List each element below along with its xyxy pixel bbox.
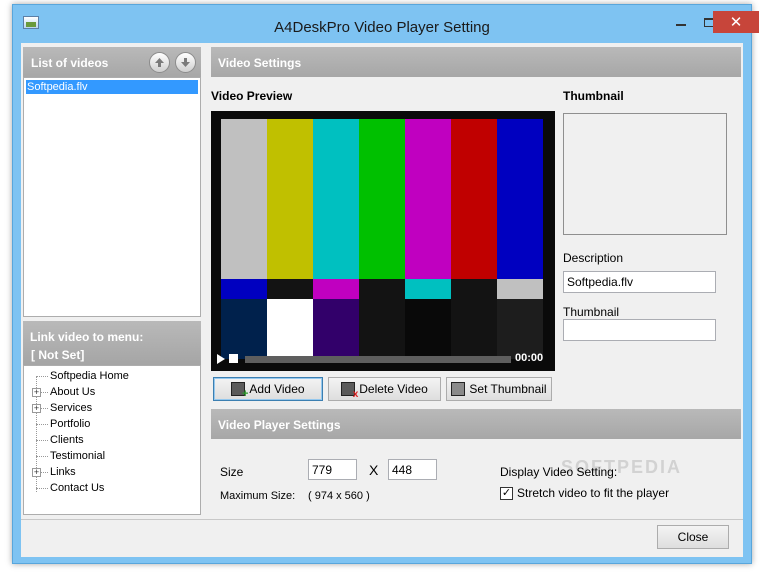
videos-panel-header: List of videos [23, 47, 201, 77]
test-pattern-bar [405, 299, 451, 359]
title-bar[interactable]: A4DeskPro Video Player Setting ✕ [13, 5, 759, 43]
set-thumbnail-button[interactable]: Set Thumbnail [446, 377, 552, 401]
video-settings-title: Video Settings [218, 56, 302, 70]
video-list-item[interactable]: Softpedia.flv [26, 80, 198, 94]
expand-icon[interactable]: + [32, 468, 41, 477]
menu-link-current: [ Not Set] [31, 348, 85, 362]
move-down-button[interactable] [175, 52, 196, 73]
footer-divider [21, 519, 743, 520]
test-pattern-bar [451, 119, 497, 279]
test-pattern-bar [221, 299, 267, 359]
window-title: A4DeskPro Video Player Setting [274, 19, 490, 36]
height-input[interactable] [388, 459, 437, 480]
video-preview-label: Video Preview [211, 89, 293, 103]
description-input[interactable] [563, 271, 716, 293]
player-settings-header: Video Player Settings [211, 409, 741, 439]
test-pattern-bar [359, 299, 405, 359]
test-pattern-bar [405, 119, 451, 279]
tree-item-contact-us[interactable]: Contact Us [24, 480, 200, 496]
add-video-button[interactable]: Add Video [213, 377, 323, 401]
tree-item-testimonial[interactable]: Testimonial [24, 448, 200, 464]
delete-video-button[interactable]: Delete Video [328, 377, 441, 401]
seek-bar[interactable] [245, 356, 511, 363]
stretch-option[interactable]: ✓ Stretch video to fit the player [500, 485, 669, 501]
test-pattern-bar [497, 119, 543, 279]
stretch-checkbox[interactable]: ✓ [500, 486, 513, 500]
expand-icon[interactable]: + [32, 404, 41, 413]
tree-item-services[interactable]: + Services [24, 400, 200, 416]
test-pattern-bar [497, 279, 543, 299]
test-pattern-bar [267, 299, 313, 359]
close-button[interactable]: Close [657, 525, 729, 549]
film-add-icon [231, 382, 248, 400]
test-pattern-bar [451, 279, 497, 299]
player-controls: 00:00 [215, 351, 551, 367]
arrow-down-icon [181, 58, 190, 67]
video-preview[interactable]: 00:00 [211, 111, 555, 371]
test-pattern-bar [267, 279, 313, 299]
description-label: Description [563, 251, 624, 265]
menu-tree[interactable]: Softpedia Home + About Us + Services Por… [23, 365, 201, 515]
test-pattern-bar [221, 119, 267, 279]
minimize-icon [676, 24, 686, 26]
stop-icon[interactable] [229, 354, 238, 363]
test-pattern-bar [359, 279, 405, 299]
video-list[interactable]: Softpedia.flv [23, 77, 201, 317]
move-up-button[interactable] [149, 52, 170, 73]
delete-video-label: Delete Video [359, 382, 428, 396]
width-input[interactable] [308, 459, 357, 480]
test-pattern-bar [451, 299, 497, 359]
thumbnail-input[interactable] [563, 319, 716, 341]
size-label: Size [220, 465, 244, 479]
size-separator: X [369, 462, 379, 478]
test-pattern-bar [313, 119, 359, 279]
film-delete-icon [341, 382, 358, 400]
test-pattern-bar [313, 279, 359, 299]
thumbnail-preview [563, 113, 727, 235]
test-pattern-bar [313, 299, 359, 359]
thumbnail-preview-label: Thumbnail [563, 89, 624, 103]
play-icon[interactable] [217, 354, 225, 364]
minimize-button[interactable] [667, 11, 695, 33]
test-pattern-bar [359, 119, 405, 279]
test-pattern-middle [221, 279, 543, 299]
expand-icon[interactable]: + [32, 388, 41, 397]
set-thumbnail-label: Set Thumbnail [469, 382, 547, 396]
test-pattern-bottom [221, 299, 543, 359]
display-setting-label: Display Video Setting: [500, 465, 618, 479]
videos-panel-title: List of videos [31, 56, 109, 70]
tree-item-links[interactable]: + Links [24, 464, 200, 480]
menu-link-title: Link video to menu: [30, 330, 144, 344]
film-thumbnail-icon [451, 382, 466, 396]
test-pattern-bar [267, 119, 313, 279]
tree-item-portfolio[interactable]: Portfolio [24, 416, 200, 432]
test-pattern-bar [221, 279, 267, 299]
app-window: A4DeskPro Video Player Setting ✕ List of… [12, 4, 759, 564]
window-close-button[interactable]: ✕ [713, 11, 759, 33]
time-display: 00:00 [515, 352, 544, 364]
player-settings-title: Video Player Settings [218, 418, 341, 432]
thumbnail-field-label: Thumbnail [563, 305, 620, 319]
max-size-value: ( 974 x 560 ) [308, 490, 370, 502]
menu-link-header: Link video to menu: [ Not Set] [23, 321, 201, 365]
test-pattern-top [221, 119, 543, 279]
client-area: List of videos Softpedia.flv Link video … [21, 43, 743, 557]
stretch-label: Stretch video to fit the player [517, 486, 670, 500]
test-pattern-bar [405, 279, 451, 299]
max-size-label: Maximum Size: [220, 490, 296, 502]
test-pattern-bar [497, 299, 543, 359]
tree-item-about-us[interactable]: + About Us [24, 384, 200, 400]
tree-item-softpedia-home[interactable]: Softpedia Home [24, 368, 200, 384]
tree-item-clients[interactable]: Clients [24, 432, 200, 448]
video-settings-header: Video Settings [211, 47, 741, 77]
arrow-up-icon [155, 58, 164, 67]
add-video-label: Add Video [249, 382, 305, 396]
